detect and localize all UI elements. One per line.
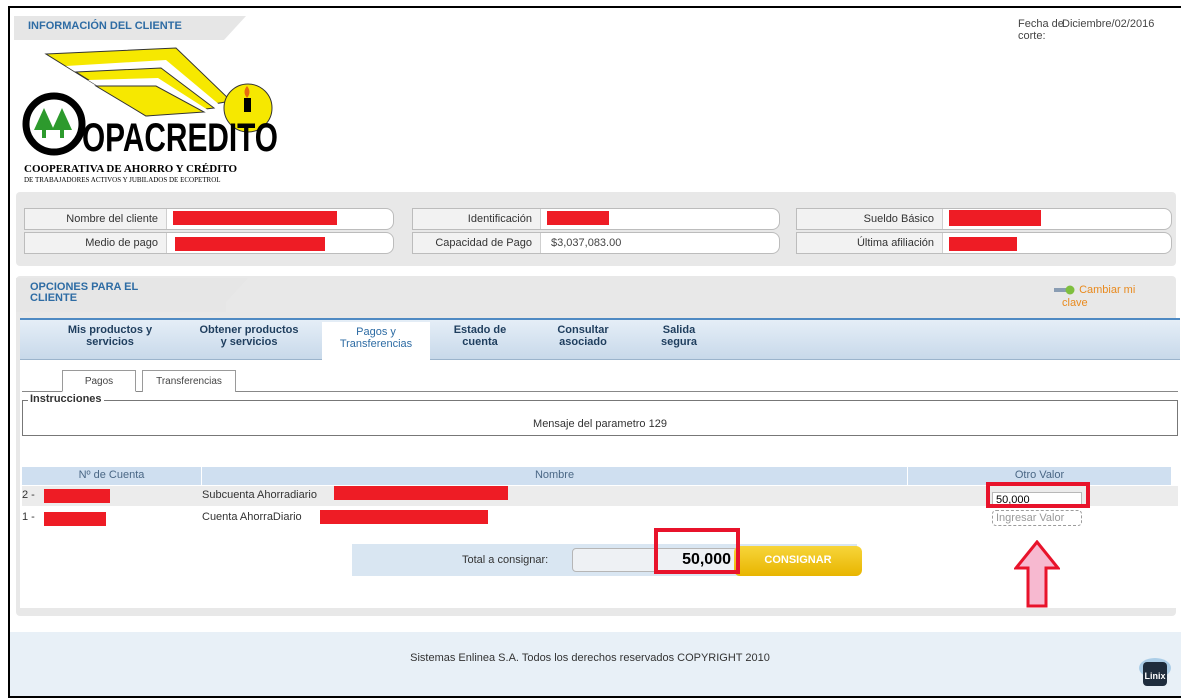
nav-pagos-transferencias[interactable]: Pagos y Transferencias <box>322 322 430 360</box>
fecha-corte-label: Fecha de corte: <box>1018 18 1064 42</box>
redacted-medio <box>175 237 325 251</box>
th-nombre: Nombre <box>202 467 908 485</box>
nav-salida-segura[interactable]: Salida segura <box>644 324 714 348</box>
cuenta-prefix: 1 - <box>22 511 35 523</box>
redacted-nombre-cuenta <box>334 486 508 500</box>
label-sueldo-basico: Sueldo Básico <box>797 209 943 229</box>
cambiar-clave-link[interactable]: Cambiar mi clave <box>1054 284 1135 310</box>
label-identificacion: Identificación <box>413 209 541 229</box>
redacted-cuenta <box>44 512 106 526</box>
subtab-pagos[interactable]: Pagos <box>62 370 136 392</box>
field-medio-pago: Medio de pago <box>24 232 394 254</box>
instrucciones-message: Mensaje del parametro 129 <box>533 418 667 430</box>
options-title-line2: CLIENTE <box>30 292 78 304</box>
highlight-total <box>654 528 740 574</box>
field-ultima-afiliacion: Última afiliación <box>796 232 1172 254</box>
nav-estado-cuenta[interactable]: Estado de cuenta <box>440 324 520 348</box>
up-arrow-icon <box>1014 540 1060 608</box>
instrucciones-legend: Instrucciones <box>28 393 104 405</box>
key-icon <box>1054 285 1075 295</box>
cuenta-nombre: Subcuenta Ahorradiario <box>202 489 317 501</box>
logo-subtagline: DE TRABAJADORES ACTIVOS Y JUBILADOS DE E… <box>24 176 221 184</box>
linix-logo: Linix <box>1138 650 1172 690</box>
value-capacidad-pago: $3,037,083.00 <box>551 237 622 249</box>
logo-brand: OPACREDITO <box>82 116 278 160</box>
cuenta-prefix: 2 - <box>22 489 35 501</box>
label-capacidad-pago: Capacidad de Pago <box>413 233 541 253</box>
section-title: INFORMACIÓN DEL CLIENTE <box>28 20 182 32</box>
nav-mis-productos[interactable]: Mis productos y servicios <box>40 324 180 348</box>
linix-logo-text: Linix <box>1144 671 1165 681</box>
nav-consultar-asociado[interactable]: Consultar asociado <box>538 324 628 348</box>
label-nombre-cliente: Nombre del cliente <box>25 209 167 229</box>
cambiar-clave-line1: Cambiar mi <box>1079 284 1136 296</box>
redacted-nombre <box>173 211 337 225</box>
linix-logo-graphic: Linix <box>1139 658 1171 686</box>
otro-valor-input-empty[interactable]: Ingresar Valor <box>992 510 1082 526</box>
label-ultima-afiliacion: Última afiliación <box>797 233 943 253</box>
field-sueldo-basico: Sueldo Básico <box>796 208 1172 230</box>
label-medio-pago: Medio de pago <box>25 233 167 253</box>
highlight-otro-valor <box>986 482 1090 508</box>
section-header-options: OPCIONES PARA EL CLIENTE <box>16 278 248 312</box>
logo-graphic: OPACREDITO COOPERATIVA DE AHORRO Y CRÉDI… <box>22 47 278 184</box>
copyright-text: Sistemas Enlinea S.A. Todos los derechos… <box>410 652 770 664</box>
client-info-panel: Nombre del cliente Medio de pago Identif… <box>16 192 1176 266</box>
section-header-client-info: INFORMACIÓN DEL CLIENTE <box>14 16 246 40</box>
nav-obtener-productos[interactable]: Obtener productos y servicios <box>184 324 314 348</box>
field-capacidad-pago: Capacidad de Pago $3,037,083.00 <box>412 232 780 254</box>
subtab-transferencias[interactable]: Transferencias <box>142 370 236 392</box>
page-frame: INFORMACIÓN DEL CLIENTE Fecha de corte: … <box>8 6 1181 698</box>
fecha-corte-value: Diciembre/02/2016 <box>1062 18 1155 30</box>
cambiar-clave-line2: clave <box>1062 297 1088 309</box>
redacted-afiliacion <box>949 237 1017 251</box>
redacted-identificacion <box>547 211 609 225</box>
total-label: Total a consignar: <box>462 554 549 566</box>
footer <box>10 632 1181 696</box>
main-nav: Mis productos y servicios Obtener product… <box>20 318 1180 360</box>
th-numero-cuenta: Nº de Cuenta <box>22 467 202 485</box>
field-identificacion: Identificación <box>412 208 780 230</box>
redacted-sueldo <box>949 210 1041 226</box>
field-nombre-cliente: Nombre del cliente <box>24 208 394 230</box>
consignar-button[interactable]: CONSIGNAR <box>734 546 862 576</box>
logo-tagline: COOPERATIVA DE AHORRO Y CRÉDITO <box>24 163 238 175</box>
redacted-nombre-cuenta <box>320 510 488 524</box>
cuenta-nombre: Cuenta AhorraDiario <box>202 511 302 523</box>
redacted-cuenta <box>44 489 110 503</box>
fecha-corte: Fecha de corte: <box>1018 18 1064 42</box>
copacredito-logo: OPACREDITO COOPERATIVA DE AHORRO Y CRÉDI… <box>16 46 286 186</box>
